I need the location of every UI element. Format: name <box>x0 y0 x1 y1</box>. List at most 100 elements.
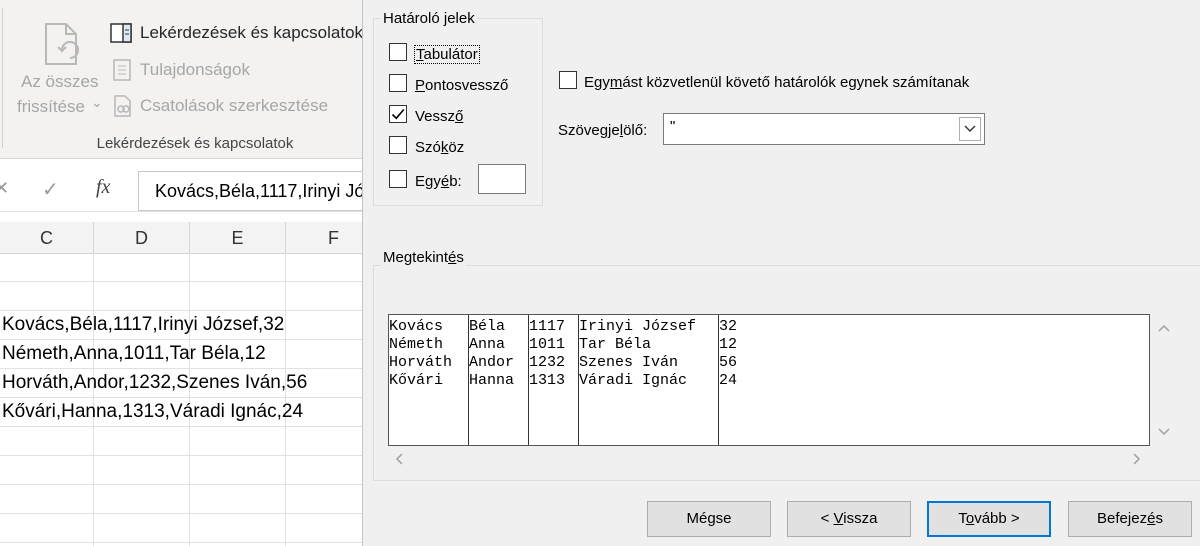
preview-column-4[interactable]: Irinyi József Tar Béla Szenes Iván Várad… <box>579 315 719 445</box>
text-qualifier-label: Szövegjelölő: <box>558 122 648 139</box>
semicolon-label: Pontosvessző <box>415 77 509 94</box>
properties-button[interactable]: Tulajdonságok <box>110 58 310 82</box>
ribbon: Az összes frissítése ⌄ Lekérdezések és k… <box>0 0 362 159</box>
comma-checkbox[interactable] <box>389 105 407 123</box>
other-label: Egyéb: <box>415 173 462 190</box>
cell-row-3[interactable]: Horváth,Andor,1232,Szenes Iván,56 <box>2 372 307 394</box>
preview-cell: Váradi Ignác <box>579 372 688 389</box>
chevron-down-icon <box>964 125 976 132</box>
queries-connections-label: Lekérdezések és kapcsolatok <box>140 23 362 42</box>
comma-label: Vessző <box>415 108 464 125</box>
grid-line <box>0 397 362 398</box>
consecutive-delimiters-label: Egymást közvetlenül követő határolók egy… <box>584 74 970 91</box>
space-label: Szóköz <box>415 139 465 156</box>
grid-line <box>0 281 362 282</box>
preview-cell: Kovács <box>389 318 444 335</box>
semicolon-checkbox[interactable] <box>389 74 407 92</box>
column-header-d[interactable]: D <box>94 222 190 253</box>
properties-label: Tulajdonságok <box>140 60 250 79</box>
preview-cell: 56 <box>719 354 738 371</box>
finish-button-label: Befejezés <box>1097 510 1163 527</box>
grid-line <box>0 339 362 340</box>
preview-cell: 1117 <box>529 318 566 335</box>
scroll-down-icon[interactable] <box>1157 426 1171 438</box>
scroll-up-icon[interactable] <box>1157 322 1171 334</box>
column-header-row: C D E F <box>0 222 362 254</box>
cancel-button-label: Mégse <box>686 510 732 527</box>
preview-cell: 1232 <box>529 354 566 371</box>
preview-cell: 24 <box>719 372 738 389</box>
excel-window: Az összes frissítése ⌄ Lekérdezések és k… <box>0 0 362 546</box>
text-import-wizard-dialog: Határoló jelek Tabulátor Pontosvessző Ve… <box>362 0 1200 546</box>
formula-input[interactable]: Kovács,Béla,1117,Irinyi József,32 <box>138 171 362 211</box>
grid-line <box>0 542 362 543</box>
preview-cell: Kővári <box>389 372 444 389</box>
cancel-entry-icon[interactable]: ✕ <box>0 178 9 199</box>
back-button[interactable]: < Vissza <box>787 501 911 537</box>
chevron-down-icon: ⌄ <box>91 94 103 110</box>
column-header-f[interactable]: F <box>286 222 362 253</box>
refresh-all-label-1: Az összes <box>21 72 99 91</box>
refresh-all-button[interactable]: Az összes frissítése ⌄ <box>12 14 106 124</box>
scroll-right-icon[interactable] <box>1131 452 1143 466</box>
grid-line <box>93 253 94 546</box>
preview-cell: 32 <box>719 318 738 335</box>
grid-line <box>0 368 362 369</box>
preview-cell: Németh <box>389 336 444 353</box>
text-qualifier-dropdown-button[interactable] <box>959 117 981 141</box>
checkmark-icon <box>391 108 405 120</box>
preview-cell: Hanna <box>469 372 515 389</box>
properties-icon <box>113 59 131 81</box>
cell-row-2[interactable]: Németh,Anna,1011,Tar Béla,12 <box>2 343 266 365</box>
next-button-label: Tovább > <box>958 510 1020 527</box>
cell-row-4[interactable]: Kővári,Hanna,1313,Váradi Ignác,24 <box>2 401 303 423</box>
preview-cell: 1313 <box>529 372 566 389</box>
text-qualifier-select[interactable]: " <box>663 113 985 145</box>
preview-column-5[interactable]: 32 12 56 24 <box>719 315 1149 445</box>
grid-line <box>0 310 362 311</box>
tab-label: Tabulátor <box>414 45 480 64</box>
grid-line <box>0 513 362 514</box>
edit-links-icon <box>114 95 131 117</box>
insert-function-icon[interactable]: fx <box>96 176 110 199</box>
preview-column-2[interactable]: Béla Anna Andor Hanna <box>469 315 529 445</box>
ribbon-group-label: Lekérdezések és kapcsolatok <box>96 135 294 152</box>
scroll-left-icon[interactable] <box>393 452 405 466</box>
grid-line <box>285 253 286 546</box>
other-checkbox[interactable] <box>389 170 407 188</box>
tab-checkbox[interactable] <box>389 43 407 61</box>
column-header-c[interactable]: C <box>0 222 94 253</box>
space-checkbox[interactable] <box>389 136 407 154</box>
next-button[interactable]: Tovább > <box>927 501 1051 537</box>
grid-line <box>0 426 362 427</box>
cell-row-1[interactable]: Kovács,Béla,1117,Irinyi József,32 <box>2 314 284 336</box>
formula-bar: ✕ ✓ fx Kovács,Béla,1117,Irinyi József,32 <box>0 169 362 212</box>
preview-cell: Andor <box>469 354 515 371</box>
refresh-all-label-2: frissítése <box>17 97 86 116</box>
edit-links-label: Csatolások szerkesztése <box>140 96 329 115</box>
queries-panel-icon <box>110 23 132 43</box>
preview-legend: Megtekintés <box>381 249 466 266</box>
preview-cell: Tar Béla <box>579 336 652 353</box>
preview-cell: Szenes Iván <box>579 354 679 371</box>
delimiters-legend: Határoló jelek <box>381 10 477 27</box>
other-delimiter-input[interactable] <box>478 164 526 194</box>
preview-cell: Anna <box>469 336 506 353</box>
preview-cell: 1011 <box>529 336 566 353</box>
preview-column-1[interactable]: Kovács Németh Horváth Kővári <box>389 315 469 445</box>
grid-line <box>0 484 362 485</box>
preview-column-3[interactable]: 1117 1011 1232 1313 <box>529 315 579 445</box>
data-preview[interactable]: Kovács Németh Horváth Kővári Béla Anna A… <box>388 314 1150 446</box>
grid-line <box>0 455 362 456</box>
preview-cell: Horváth <box>389 354 453 371</box>
preview-cell: Irinyi József <box>579 318 697 335</box>
column-header-e[interactable]: E <box>190 222 286 253</box>
edit-links-button[interactable]: Csatolások szerkesztése <box>110 94 360 118</box>
finish-button[interactable]: Befejezés <box>1068 501 1192 537</box>
consecutive-delimiters-checkbox[interactable] <box>559 71 577 89</box>
queries-connections-button[interactable]: Lekérdezések és kapcsolatok <box>110 22 362 46</box>
cancel-button[interactable]: Mégse <box>647 501 771 537</box>
grid-line <box>189 253 190 546</box>
confirm-entry-icon[interactable]: ✓ <box>42 177 59 202</box>
preview-cell: Béla <box>469 318 506 335</box>
